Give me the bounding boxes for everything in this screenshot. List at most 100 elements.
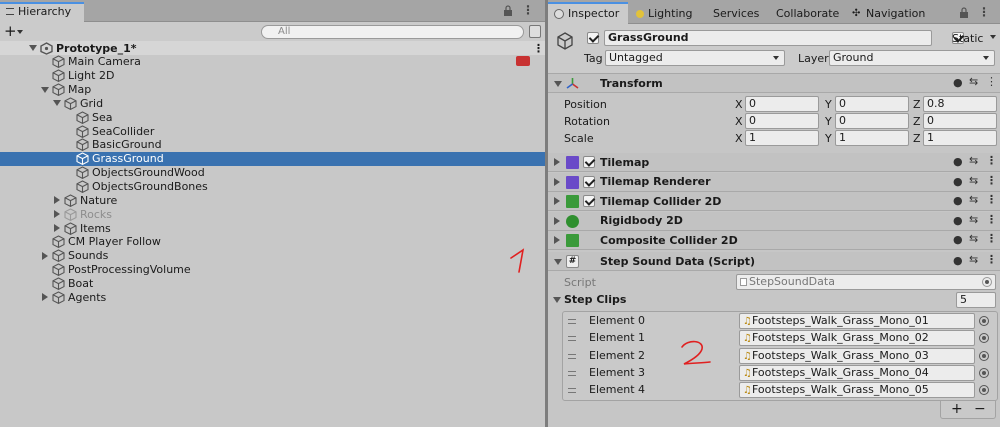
layer-dropdown[interactable]: Ground bbox=[829, 50, 995, 66]
help-icon[interactable]: ● bbox=[953, 254, 963, 267]
preset-icon[interactable]: ⇆ bbox=[969, 232, 978, 245]
tab-lighting[interactable]: Lighting bbox=[636, 4, 692, 24]
hierarchy-item[interactable]: Map bbox=[0, 83, 545, 97]
component-menu-icon[interactable]: ⋮ bbox=[986, 174, 997, 187]
preset-icon[interactable]: ⇆ bbox=[969, 174, 978, 187]
hierarchy-item[interactable]: Boat bbox=[0, 276, 545, 290]
hierarchy-item[interactable]: ObjectsGroundWood bbox=[0, 166, 545, 180]
component-menu-icon[interactable]: ⋮ bbox=[986, 75, 997, 88]
object-picker-icon[interactable] bbox=[979, 316, 989, 326]
object-picker-icon[interactable] bbox=[979, 350, 989, 361]
component-menu-icon[interactable]: ⋮ bbox=[986, 253, 997, 266]
scale-y-label[interactable]: Y bbox=[825, 132, 832, 145]
object-name-field[interactable]: GrassGround bbox=[604, 30, 932, 46]
hierarchy-search-input[interactable]: All bbox=[261, 25, 524, 39]
remove-element-button[interactable]: − bbox=[974, 401, 986, 417]
script-component-header[interactable]: # Step Sound Data (Script) ● ⇆ ⋮ bbox=[548, 252, 1000, 271]
expand-arrow-icon[interactable] bbox=[554, 216, 560, 225]
preset-icon[interactable]: ⇆ bbox=[969, 213, 978, 226]
component-header[interactable]: Tilemap ● ⇆ ⋮ bbox=[548, 153, 1000, 172]
position-z-field[interactable]: 0.8 bbox=[923, 96, 997, 112]
collapse-arrow-icon[interactable] bbox=[554, 259, 562, 265]
lock-icon[interactable] bbox=[959, 7, 969, 21]
expand-arrow-icon[interactable] bbox=[554, 197, 560, 206]
hierarchy-item[interactable]: GrassGround bbox=[0, 151, 545, 166]
expand-arrow-icon[interactable] bbox=[554, 236, 560, 245]
static-dropdown-caret-icon[interactable] bbox=[990, 35, 996, 39]
hierarchy-item[interactable]: Rocks bbox=[0, 207, 545, 221]
hierarchy-item[interactable]: CM Player Follow bbox=[0, 235, 545, 249]
component-menu-icon[interactable]: ⋮ bbox=[986, 232, 997, 245]
object-picker-icon[interactable] bbox=[979, 367, 989, 378]
collapse-arrow-icon[interactable] bbox=[554, 81, 562, 87]
tab-collaborate[interactable]: Collaborate bbox=[776, 4, 839, 24]
expand-arrow-icon[interactable] bbox=[554, 158, 560, 166]
scale-z-field[interactable]: 1 bbox=[923, 130, 997, 146]
tab-services[interactable]: Services bbox=[713, 4, 759, 24]
help-icon[interactable]: ● bbox=[953, 214, 963, 227]
object-picker-icon[interactable] bbox=[979, 385, 989, 396]
expand-arrow-icon[interactable] bbox=[554, 177, 560, 186]
add-element-button[interactable]: + bbox=[951, 401, 963, 417]
expand-arrow-right-icon[interactable] bbox=[52, 210, 62, 219]
hierarchy-item[interactable]: Sounds bbox=[0, 249, 545, 263]
scale-y-field[interactable]: 1 bbox=[835, 130, 909, 146]
help-icon[interactable]: ● bbox=[953, 175, 963, 188]
expand-arrow-down-icon[interactable] bbox=[52, 100, 62, 107]
hierarchy-item[interactable]: Grid bbox=[0, 96, 545, 110]
expand-arrow-right-icon[interactable] bbox=[40, 293, 50, 302]
search-filter-icon[interactable] bbox=[529, 25, 541, 38]
hierarchy-item[interactable]: SeaCollider bbox=[0, 124, 545, 138]
audio-clip-field[interactable]: ♫ Footsteps_Walk_Grass_Mono_03 bbox=[739, 347, 975, 364]
expand-arrow-right-icon[interactable] bbox=[52, 224, 62, 233]
audio-clip-field[interactable]: ♫ Footsteps_Walk_Grass_Mono_01 bbox=[739, 313, 975, 329]
component-enabled-checkbox[interactable] bbox=[583, 195, 595, 208]
preset-icon[interactable]: ⇆ bbox=[969, 193, 978, 206]
drag-handle-icon[interactable] bbox=[568, 336, 576, 342]
expand-arrow-right-icon[interactable] bbox=[52, 196, 62, 205]
hierarchy-item[interactable]: Items bbox=[0, 221, 545, 235]
create-dropdown-caret-icon[interactable] bbox=[17, 30, 23, 34]
rotation-x-label[interactable]: X bbox=[735, 115, 743, 128]
component-header[interactable]: Tilemap Renderer ● ⇆ ⋮ bbox=[548, 172, 1000, 192]
audio-clip-field[interactable]: ♫ Footsteps_Walk_Grass_Mono_05 bbox=[739, 382, 975, 399]
hierarchy-item[interactable]: ObjectsGroundBones bbox=[0, 180, 545, 194]
more-options-icon[interactable]: ⋮ bbox=[522, 3, 534, 17]
hierarchy-item[interactable]: Nature bbox=[0, 193, 545, 207]
preset-icon[interactable]: ⇆ bbox=[969, 154, 978, 167]
more-options-icon[interactable]: ⋮ bbox=[978, 5, 990, 19]
drag-handle-icon[interactable] bbox=[568, 388, 576, 394]
step-clips-size-field[interactable]: 5 bbox=[956, 292, 996, 308]
transform-header[interactable]: Transform ● ⇆ ⋮ bbox=[548, 74, 1000, 93]
component-enabled-checkbox[interactable] bbox=[583, 175, 595, 188]
component-menu-icon[interactable]: ⋮ bbox=[986, 154, 997, 167]
rotation-z-field[interactable]: 0 bbox=[923, 113, 997, 129]
position-x-label[interactable]: X bbox=[735, 98, 743, 111]
scale-x-field[interactable]: 1 bbox=[745, 130, 819, 146]
scale-z-label[interactable]: Z bbox=[913, 132, 921, 145]
help-icon[interactable]: ● bbox=[953, 233, 963, 246]
help-icon[interactable]: ● bbox=[953, 194, 963, 207]
expand-arrow-down-icon[interactable] bbox=[28, 45, 38, 51]
rotation-y-label[interactable]: Y bbox=[825, 115, 832, 128]
component-menu-icon[interactable]: ⋮ bbox=[986, 213, 997, 226]
component-menu-icon[interactable]: ⋮ bbox=[986, 193, 997, 206]
hierarchy-item[interactable]: Agents bbox=[0, 290, 545, 304]
tab-navigation[interactable]: ✣ Navigation bbox=[852, 4, 925, 24]
component-header[interactable]: Tilemap Collider 2D ● ⇆ ⋮ bbox=[548, 192, 1000, 212]
drag-handle-icon[interactable] bbox=[568, 353, 576, 359]
hierarchy-item[interactable]: Main Camera bbox=[0, 55, 545, 69]
audio-clip-field[interactable]: ♫ Footsteps_Walk_Grass_Mono_04 bbox=[739, 364, 975, 381]
position-y-field[interactable]: 0 bbox=[835, 96, 909, 112]
expand-arrow-right-icon[interactable] bbox=[40, 251, 50, 260]
position-y-label[interactable]: Y bbox=[825, 98, 832, 111]
lock-icon[interactable] bbox=[503, 5, 513, 19]
hierarchy-scene-row[interactable]: Prototype_1* ⋮ bbox=[0, 41, 545, 55]
tab-hierarchy[interactable]: Hierarchy bbox=[0, 2, 84, 22]
preset-icon[interactable]: ⇆ bbox=[969, 253, 978, 266]
rotation-z-label[interactable]: Z bbox=[913, 115, 921, 128]
active-checkbox[interactable] bbox=[587, 32, 599, 44]
help-icon[interactable]: ● bbox=[953, 155, 963, 168]
create-button[interactable]: + bbox=[4, 23, 17, 39]
hierarchy-item[interactable]: Light 2D bbox=[0, 69, 545, 83]
